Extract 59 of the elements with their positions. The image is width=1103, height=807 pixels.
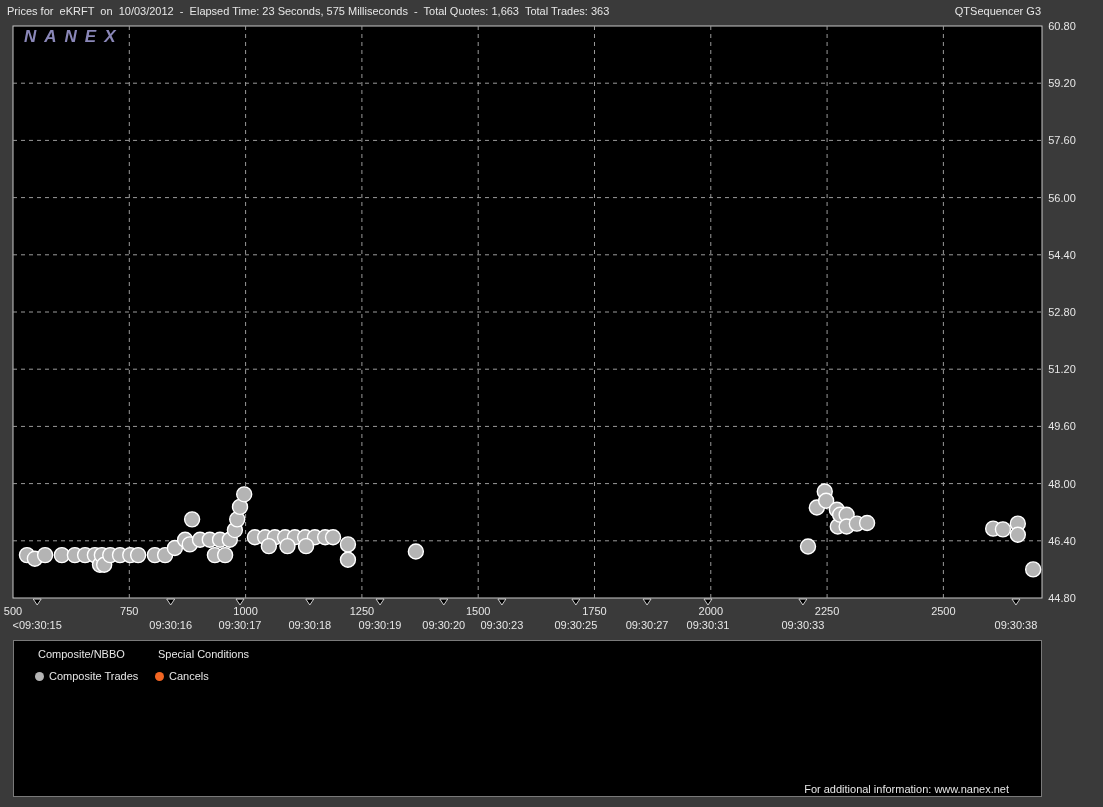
y-tick-label: 51.20: [1048, 363, 1076, 376]
x-tick-label: 500: [3, 605, 23, 617]
x-tick-label: 1000: [233, 605, 258, 617]
trade-point: [858, 514, 876, 532]
trade-point: [183, 511, 201, 528]
time-label: 09:30:19: [358, 619, 402, 631]
trade-point: [297, 537, 315, 555]
time-label: 09:30:38: [994, 619, 1038, 631]
y-tick-label: 57.60: [1048, 134, 1076, 147]
x-tick-label: 750: [120, 605, 139, 617]
legend-group-title: Special Conditions: [158, 648, 251, 660]
x-tick-label: 1750: [582, 605, 607, 617]
x-tick-label: 2250: [814, 605, 840, 617]
time-label: 09:30:20: [422, 619, 466, 631]
legend-label: Cancels: [169, 670, 209, 682]
trade-point: [324, 529, 342, 546]
time-label: 09:30:18: [288, 619, 332, 631]
time-label: <09:30:15: [12, 619, 62, 631]
y-tick-label: 46.40: [1048, 534, 1076, 547]
x-tick-label: 1500: [465, 605, 491, 617]
trade-point: [236, 486, 253, 503]
time-label: 09:30:25: [554, 619, 598, 631]
trade-point: [799, 538, 817, 555]
time-label: 09:30:31: [686, 619, 730, 631]
trade-point: [231, 498, 249, 516]
chart-title: Prices for eKRFT on 10/03/2012 - Elapsed Time: 23 Seconds, 575 Milliseconds - Total Quotes: 1,663 Total Trades: 363: [7, 5, 610, 17]
y-tick-label: 54.40: [1048, 248, 1076, 261]
trade-point: [994, 521, 1012, 538]
trade-point: [1009, 526, 1026, 543]
trade-point: [260, 537, 278, 555]
trade-point: [216, 546, 234, 564]
x-tick-label: 1250: [349, 605, 375, 617]
y-tick-label: 49.60: [1048, 420, 1076, 433]
y-tick-label: 52.80: [1048, 306, 1076, 318]
y-tick-label: 59.20: [1048, 77, 1076, 90]
footer-text: For additional information: www.nanex.net: [804, 783, 1009, 795]
x-tick-label: 2500: [931, 605, 956, 617]
y-tick-label: 48.00: [1048, 477, 1076, 490]
trade-point: [279, 537, 296, 555]
x-tick-label: 2000: [698, 605, 724, 617]
time-label: 09:30:23: [480, 619, 524, 631]
legend-label: Composite Trades: [49, 670, 139, 682]
time-label: 09:30:16: [149, 619, 193, 631]
nanex-logo: NANEX: [24, 27, 124, 46]
trade-point: [407, 543, 425, 560]
trade-point: [339, 551, 357, 568]
time-label: 09:30:33: [781, 619, 825, 631]
app-name: QTSequencer G3: [954, 5, 1041, 17]
trade-point: [129, 546, 147, 564]
trade-point: [1024, 561, 1042, 578]
trade-point: [817, 492, 835, 509]
y-tick-label: 56.00: [1048, 191, 1076, 204]
trade-point: [339, 536, 357, 553]
y-tick-label: 60.80: [1048, 22, 1076, 32]
trade-point: [36, 546, 54, 564]
y-tick-label: 44.80: [1048, 592, 1076, 604]
time-label: 09:30:17: [218, 619, 262, 631]
time-label: 09:30:27: [625, 619, 669, 631]
legend-group-title: Composite/NBBO: [38, 648, 126, 660]
